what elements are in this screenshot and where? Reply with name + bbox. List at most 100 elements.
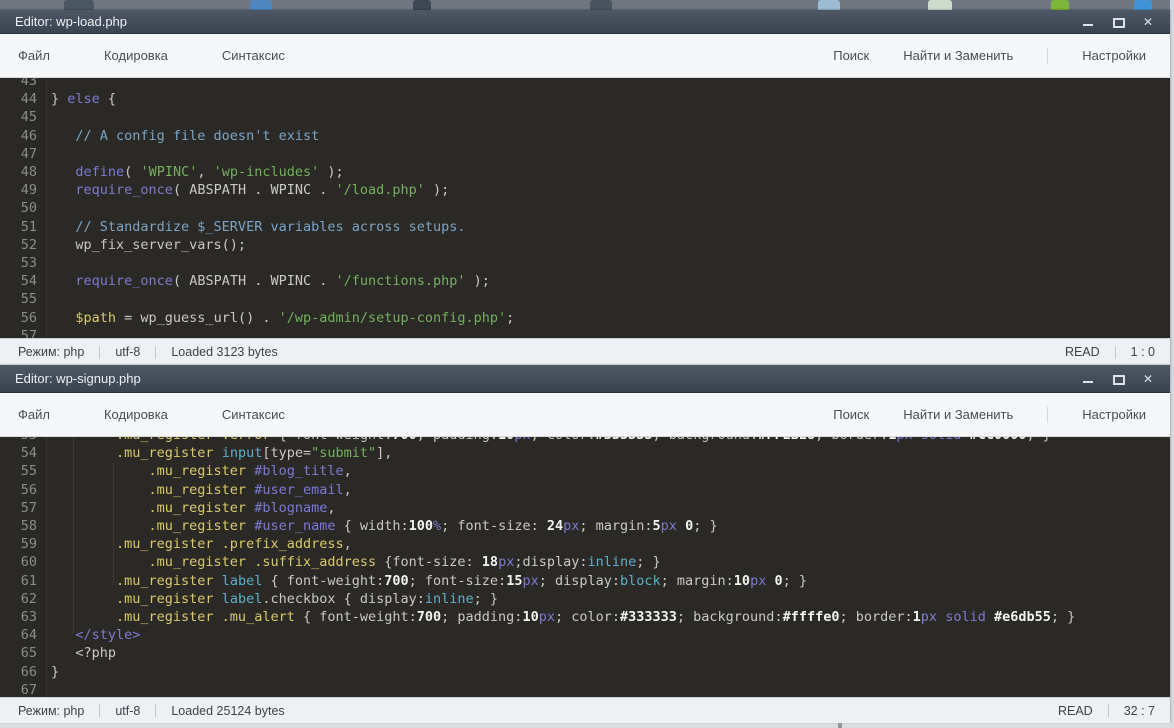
menu-item-settings[interactable]: Настройки bbox=[1082, 48, 1146, 63]
editor-window-wp-signup: Editor: wp-signup.php✕ Файл Кодировка Синта… bbox=[0, 365, 1170, 722]
close-icon[interactable]: ✕ bbox=[1142, 16, 1154, 28]
line-number: 49 bbox=[0, 181, 47, 199]
code-line[interactable]: 60 .mu_register .suffix_address {font-si… bbox=[0, 553, 1170, 571]
code-line[interactable]: 54 require_once( ABSPATH . WPINC . '/fun… bbox=[0, 272, 1170, 290]
code-line[interactable]: 49 require_once( ABSPATH . WPINC . '/loa… bbox=[0, 181, 1170, 199]
code-lines: 53 .mu_register .error { font-weight:700… bbox=[0, 437, 1170, 697]
line-number: 60 bbox=[0, 553, 47, 571]
menu-item-search[interactable]: Поиск bbox=[833, 48, 869, 63]
code-line[interactable]: 64 </style> bbox=[0, 626, 1170, 644]
line-number: 45 bbox=[0, 108, 47, 126]
line-number: 67 bbox=[0, 681, 47, 697]
code-line-text bbox=[51, 78, 1170, 90]
line-number: 46 bbox=[0, 127, 47, 145]
code-line-text: .mu_register .mu_alert { font-weight:700… bbox=[51, 608, 1170, 626]
code-line[interactable]: 54 .mu_register input[type="submit"], bbox=[0, 444, 1170, 462]
status-loaded: Loaded 25124 bytes bbox=[171, 704, 284, 718]
menu-item-label: Кодировка bbox=[104, 48, 168, 63]
code-line-text: .mu_register .error { font-weight:700; p… bbox=[51, 437, 1170, 444]
minimize-icon[interactable] bbox=[1082, 16, 1094, 28]
status-encoding: utf-8 bbox=[115, 704, 140, 718]
code-editor[interactable]: 4344} else {4546 // A config file doesn'… bbox=[0, 78, 1170, 338]
code-line[interactable]: 48 define( 'WPINC', 'wp-includes' ); bbox=[0, 163, 1170, 181]
menu-item-file[interactable]: Файл bbox=[18, 48, 66, 63]
maximize-icon[interactable] bbox=[1112, 16, 1124, 28]
code-line[interactable]: 50 bbox=[0, 199, 1170, 217]
code-line-text: } bbox=[51, 663, 1170, 681]
code-line[interactable]: 56 $path = wp_guess_url() . '/wp-admin/s… bbox=[0, 309, 1170, 327]
menu-separator bbox=[1047, 407, 1048, 423]
code-line[interactable]: 53 bbox=[0, 254, 1170, 272]
menu-item-label: Настройки bbox=[1082, 48, 1146, 63]
menu-item-encoding[interactable]: Кодировка bbox=[104, 48, 184, 63]
code-line-text: wp_fix_server_vars(); bbox=[51, 236, 1170, 254]
menu-item-file[interactable]: Файл bbox=[18, 407, 66, 422]
line-number: 53 bbox=[0, 254, 47, 272]
menu-item-syntax[interactable]: Синтаксис bbox=[222, 48, 301, 63]
menubar: Файл Кодировка Синтаксис Поиск Найти и Замен… bbox=[0, 393, 1170, 437]
code-line-text: $path = wp_guess_url() . '/wp-admin/setu… bbox=[51, 309, 1170, 327]
code-line-text bbox=[51, 199, 1170, 217]
line-number: 56 bbox=[0, 309, 47, 327]
code-line[interactable]: 61 .mu_register label { font-weight:700;… bbox=[0, 572, 1170, 590]
code-line[interactable]: 51 // Standardize $_SERVER variables acr… bbox=[0, 218, 1170, 236]
code-line-text: define( 'WPINC', 'wp-includes' ); bbox=[51, 163, 1170, 181]
code-line[interactable]: 44} else { bbox=[0, 90, 1170, 108]
code-line[interactable]: 55 .mu_register #blog_title, bbox=[0, 462, 1170, 480]
status-cursor-position: 32 : 7 bbox=[1124, 704, 1155, 718]
code-editor[interactable]: 53 .mu_register .error { font-weight:700… bbox=[0, 437, 1170, 697]
code-line-text: .mu_register #user_name { width:100%; fo… bbox=[51, 517, 1170, 535]
code-line[interactable]: 55 bbox=[0, 290, 1170, 308]
code-line[interactable]: 59 .mu_register .prefix_address, bbox=[0, 535, 1170, 553]
status-mode: Режим: php bbox=[18, 345, 84, 359]
code-line-text bbox=[51, 327, 1170, 338]
code-line[interactable]: 46 // A config file doesn't exist bbox=[0, 127, 1170, 145]
code-line-text: <?php bbox=[51, 644, 1170, 662]
statusbar: Режим: phputf-8Loaded 3123 bytesREAD1 : … bbox=[0, 338, 1170, 365]
code-line[interactable]: 67 bbox=[0, 681, 1170, 697]
code-line[interactable]: 65 <?php bbox=[0, 644, 1170, 662]
code-line[interactable]: 66} bbox=[0, 663, 1170, 681]
code-line[interactable]: 56 .mu_register #user_email, bbox=[0, 481, 1170, 499]
menu-separator bbox=[1047, 48, 1048, 64]
close-icon[interactable]: ✕ bbox=[1142, 373, 1154, 385]
line-number: 50 bbox=[0, 199, 47, 217]
code-line[interactable]: 47 bbox=[0, 145, 1170, 163]
menu-item-syntax[interactable]: Синтаксис bbox=[222, 407, 301, 422]
menu-item-label: Файл bbox=[18, 407, 50, 422]
code-line-text bbox=[51, 681, 1170, 697]
code-line-text: </style> bbox=[51, 626, 1170, 644]
minimize-icon[interactable] bbox=[1082, 373, 1094, 385]
line-number: 44 bbox=[0, 90, 47, 108]
titlebar[interactable]: Editor: wp-signup.php✕ bbox=[0, 365, 1170, 393]
menu-item-find-replace[interactable]: Найти и Заменить bbox=[903, 48, 1013, 63]
line-number: 55 bbox=[0, 290, 47, 308]
code-line-text: } else { bbox=[51, 90, 1170, 108]
code-line[interactable]: 63 .mu_register .mu_alert { font-weight:… bbox=[0, 608, 1170, 626]
line-number: 58 bbox=[0, 517, 47, 535]
menu-item-encoding[interactable]: Кодировка bbox=[104, 407, 184, 422]
menu-item-settings[interactable]: Настройки bbox=[1082, 407, 1146, 422]
status-read-mode: READ bbox=[1065, 345, 1100, 359]
code-line[interactable]: 57 .mu_register #blogname, bbox=[0, 499, 1170, 517]
menu-right-group: Поиск Найти и Заменить Настройки bbox=[833, 48, 1146, 64]
menu-item-find-replace[interactable]: Найти и Заменить bbox=[903, 407, 1013, 422]
code-line-text: require_once( ABSPATH . WPINC . '/load.p… bbox=[51, 181, 1170, 199]
code-line[interactable]: 62 .mu_register label.checkbox { display… bbox=[0, 590, 1170, 608]
code-line[interactable]: 53 .mu_register .error { font-weight:700… bbox=[0, 437, 1170, 444]
code-line[interactable]: 57 bbox=[0, 327, 1170, 338]
code-line[interactable]: 43 bbox=[0, 78, 1170, 90]
maximize-icon[interactable] bbox=[1112, 373, 1124, 385]
code-line[interactable]: 58 .mu_register #user_name { width:100%;… bbox=[0, 517, 1170, 535]
code-line[interactable]: 45 bbox=[0, 108, 1170, 126]
menu-item-label: Найти и Заменить bbox=[903, 48, 1013, 63]
line-number: 62 bbox=[0, 590, 47, 608]
window-controls: ✕ bbox=[1082, 16, 1154, 28]
code-lines: 4344} else {4546 // A config file doesn'… bbox=[0, 78, 1170, 338]
line-number: 59 bbox=[0, 535, 47, 553]
code-line[interactable]: 52 wp_fix_server_vars(); bbox=[0, 236, 1170, 254]
menu-item-label: Поиск bbox=[833, 48, 869, 63]
menu-item-search[interactable]: Поиск bbox=[833, 407, 869, 422]
line-number: 52 bbox=[0, 236, 47, 254]
titlebar[interactable]: Editor: wp-load.php✕ bbox=[0, 10, 1170, 34]
